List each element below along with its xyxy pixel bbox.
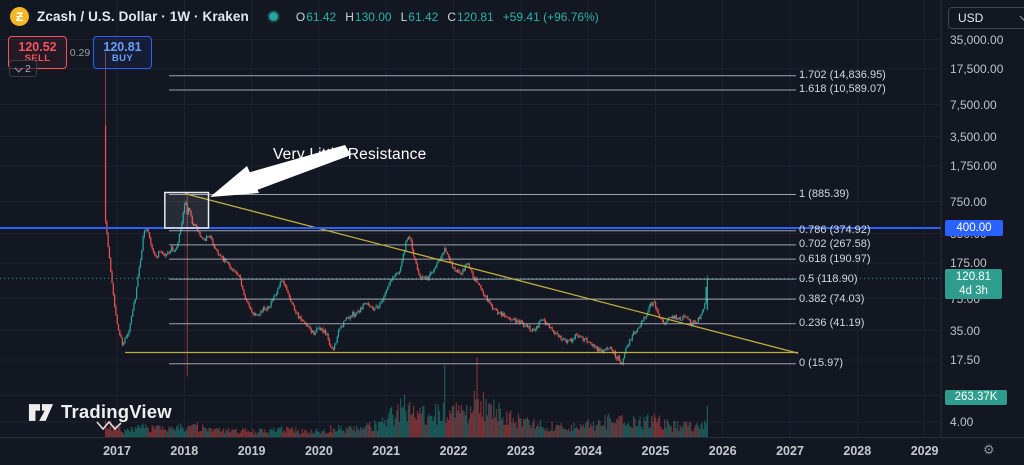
year-label: 2029 [911, 444, 939, 458]
buy-label: BUY [112, 54, 133, 64]
last-price-value: 120.81 [945, 270, 1002, 284]
year-label: 2027 [776, 444, 804, 458]
ohlc-item: C120.81 [447, 10, 493, 24]
tradingview-chart-window: Ƶ Zcash / U.S. Dollar · 1W · Kraken O61.… [0, 0, 1024, 465]
market-status-icon[interactable] [269, 12, 278, 21]
fib-level-label: 0 (15.97) [799, 357, 843, 369]
ohlc-item: L61.42 [401, 10, 439, 24]
price-tick-label: 750.00 [950, 195, 987, 209]
price-line-badge: 400.00 [945, 220, 1003, 236]
fib-level-label: 0.618 (190.97) [799, 253, 871, 265]
year-label: 2025 [641, 444, 669, 458]
fib-level-label: 1 (885.39) [799, 188, 849, 200]
change-value: +59.41 (+96.76%) [503, 10, 599, 24]
symbol-title[interactable]: Zcash / U.S. Dollar · 1W · Kraken [37, 9, 249, 24]
fib-retracement-lines[interactable] [169, 76, 796, 364]
settings-icon[interactable]: ⚙ [983, 442, 995, 458]
zcash-logo-icon: Ƶ [10, 7, 29, 26]
price-tick-label: 35.00 [950, 324, 980, 338]
fib-level-label: 0.5 (118.90) [799, 273, 858, 285]
price-tick-label: 3,500.00 [950, 130, 997, 144]
annotation-text[interactable]: Very Little Resistance [273, 146, 426, 164]
year-label: 2020 [305, 444, 333, 458]
year-label: 2023 [507, 444, 535, 458]
year-label: 2021 [372, 444, 400, 458]
bar-countdown: 4d 3h [945, 284, 1002, 298]
year-label: 2026 [709, 444, 737, 458]
buy-button[interactable]: 120.81 BUY [93, 36, 152, 69]
price-tick-label: 4.00 [950, 415, 973, 429]
ohlc-values: O61.42 H130.00 L61.42 C120.81 +59.41 (+96.76… [296, 10, 599, 24]
fib-level-label: 0.786 (374.92) [799, 224, 871, 236]
object-count: 2 [25, 63, 31, 75]
price-tick-label: 1,750.00 [950, 159, 997, 173]
year-label: 2024 [574, 444, 602, 458]
price-tick-label: 35,000.00 [950, 33, 1003, 47]
currency-selected-label: USD [958, 11, 983, 25]
price-tick-label: 17.50 [950, 353, 980, 367]
last-price-badge: 120.81 4d 3h [945, 269, 1002, 299]
year-label: 2022 [440, 444, 468, 458]
year-label: 2018 [170, 444, 198, 458]
year-label: 2019 [238, 444, 266, 458]
fib-level-label: 1.702 (14,836.95) [799, 69, 886, 81]
price-tick-label: 7,500.00 [950, 98, 997, 112]
ohlc-item: O61.42 [296, 10, 336, 24]
volume-bars [105, 357, 708, 437]
price-tick-label: 17,500.00 [950, 62, 1003, 76]
volume-badge: 263.37K [945, 390, 1007, 405]
fib-level-label: 0.236 (41.19) [799, 317, 864, 329]
currency-selector[interactable]: USD [948, 7, 1024, 29]
symbol-toolbar: Ƶ Zcash / U.S. Dollar · 1W · Kraken O61.… [10, 7, 599, 26]
fib-level-label: 0.702 (267.58) [799, 238, 871, 250]
highlight-box-drawing[interactable] [165, 193, 209, 229]
watermark-squiggle-icon [96, 419, 128, 432]
spread-value: 0.29 [67, 47, 93, 59]
chevron-down-icon [14, 64, 22, 72]
chevron-down-icon [1020, 11, 1024, 22]
year-label: 2028 [843, 444, 871, 458]
year-label: 2017 [103, 444, 131, 458]
price-tick-label: 175.00 [950, 256, 987, 270]
object-tree-badge[interactable]: 2 [9, 60, 37, 77]
tradingview-logo-icon [28, 402, 54, 423]
fib-level-label: 0.382 (74.03) [799, 293, 864, 305]
fib-level-label: 1.618 (10,589.07) [799, 83, 886, 95]
ohlc-item: H130.00 [345, 10, 391, 24]
